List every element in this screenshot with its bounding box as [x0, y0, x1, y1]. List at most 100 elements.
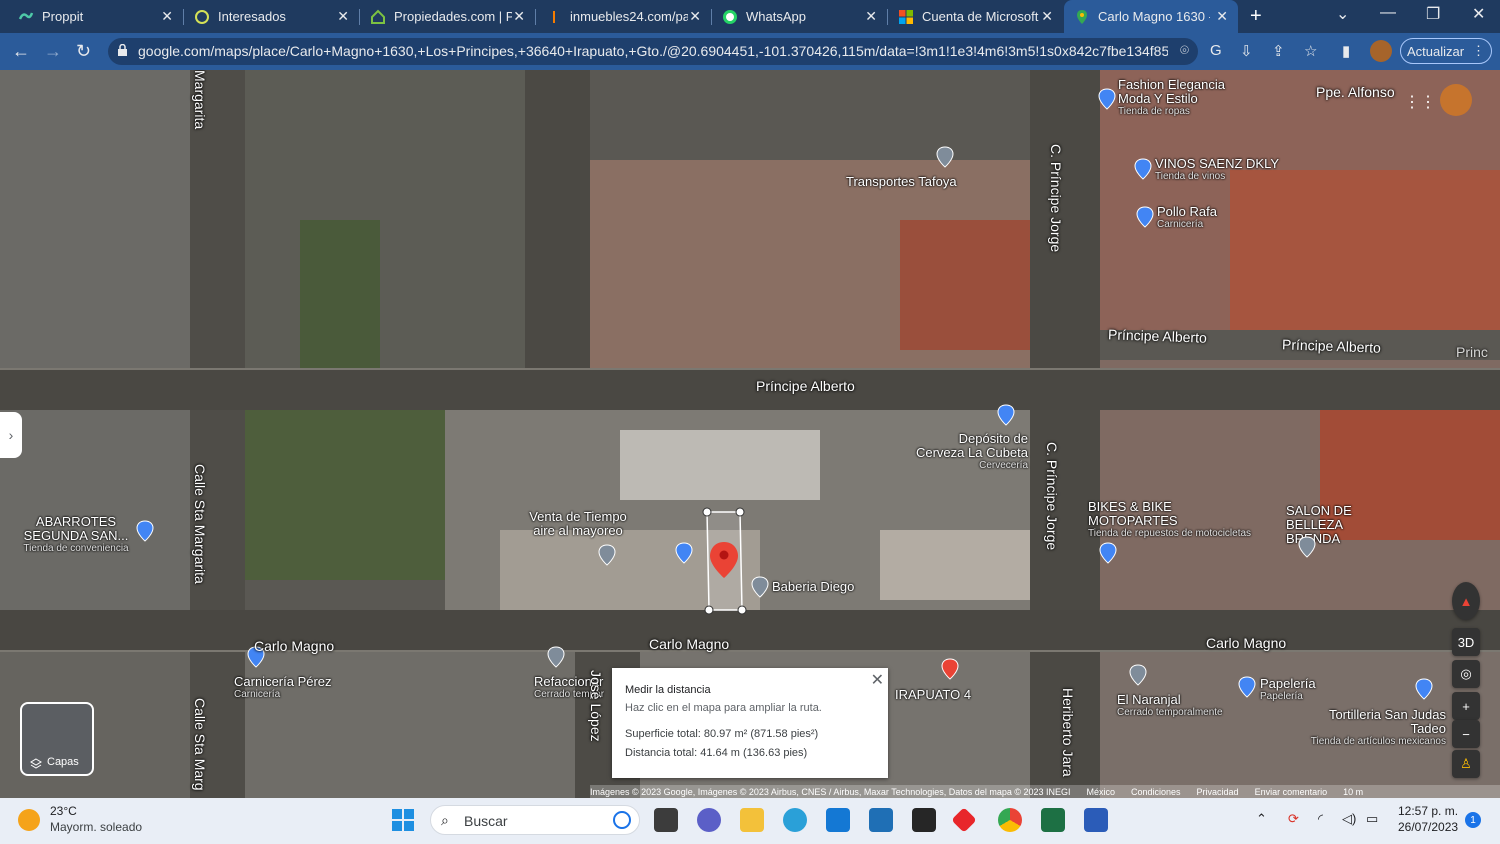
account-avatar[interactable] [1440, 84, 1472, 116]
reload-icon[interactable]: ↻ [76, 41, 91, 62]
poi-pin-icon[interactable] [751, 576, 769, 598]
file-explorer-icon[interactable] [740, 808, 764, 832]
edge-icon[interactable] [783, 808, 807, 832]
layers-button[interactable]: Capas [20, 702, 94, 776]
poi-venta-tiempo-aire[interactable]: Venta de Tiempo aire al mayoreo [522, 510, 634, 538]
new-tab-button[interactable]: + [1250, 5, 1262, 28]
share-icon[interactable]: ⇪ [1272, 42, 1285, 60]
tab-interesados[interactable]: Interesados ✕ [176, 0, 359, 33]
poi-bikes[interactable]: BIKES & BIKE MOTOPARTES Tienda de repuest… [1088, 500, 1251, 540]
poi-irapuato-4[interactable]: IRAPUATO 4 [895, 687, 971, 702]
poi-abarrotes[interactable]: ABARROTES SEGUNDA SAN... Tienda de conven… [16, 515, 136, 555]
side-panel-icon[interactable]: ▮ [1342, 42, 1350, 60]
poi-baberia-diego[interactable]: Baberia Diego [772, 579, 854, 594]
privacy-link[interactable]: Privacidad [1197, 787, 1239, 797]
weather-temperature[interactable]: 23°C [50, 804, 77, 818]
expand-panel-button[interactable]: › [0, 412, 22, 458]
satellite-map[interactable]: Fashion Elegancia Moda Y Estilo Tienda d… [0, 70, 1500, 798]
close-icon[interactable]: ✕ [161, 8, 173, 25]
clock-time[interactable]: 12:57 p. m. [1398, 804, 1458, 818]
close-icon[interactable]: ✕ [337, 8, 349, 25]
poi-pin-icon[interactable] [1238, 676, 1256, 698]
poi-pin-icon[interactable] [136, 520, 154, 542]
url-field[interactable]: google.com/maps/place/Carlo+Magno+1630,+… [108, 38, 1198, 65]
poi-pin-icon[interactable] [997, 404, 1015, 426]
close-icon[interactable]: ✕ [689, 8, 701, 25]
my-location-icon[interactable]: ◎ [1452, 660, 1480, 688]
close-icon[interactable]: ✕ [865, 8, 877, 25]
poi-el-naranjal[interactable]: El Naranjal Cerrado temporalmente [1117, 692, 1223, 718]
sync-icon[interactable]: ⟳ [1288, 811, 1299, 827]
tab-inmuebles24[interactable]: inmuebles24.com/par ✕ [528, 0, 711, 33]
compass-icon[interactable]: ▲ [1452, 582, 1480, 620]
poi-pin-icon[interactable] [1099, 542, 1117, 564]
weather-description[interactable]: Mayorm. soleado [50, 820, 142, 834]
pegman-icon[interactable]: ♙ [1452, 750, 1480, 778]
poi-fashion[interactable]: Fashion Elegancia Moda Y Estilo Tienda d… [1118, 78, 1228, 118]
tilt-3d-button[interactable]: 3D [1452, 628, 1480, 656]
sun-weather-icon[interactable] [18, 809, 40, 831]
clock-date[interactable]: 26/07/2023 [1398, 820, 1458, 834]
close-icon[interactable]: ✕ [871, 670, 884, 690]
teams-chat-icon[interactable] [697, 808, 721, 832]
profile-avatar[interactable] [1370, 40, 1392, 62]
poi-pin-icon[interactable] [1415, 678, 1433, 700]
back-icon[interactable]: ← [12, 41, 30, 62]
volume-icon[interactable]: ◁) [1342, 811, 1356, 827]
tab-search-icon[interactable]: ⌄ [1336, 4, 1349, 24]
close-icon[interactable]: ✕ [1041, 8, 1053, 25]
notification-badge[interactable]: 1 [1465, 812, 1481, 828]
excel-icon[interactable] [1041, 808, 1065, 832]
minimize-icon[interactable]: — [1380, 4, 1396, 22]
scale-label[interactable]: 10 m [1343, 787, 1363, 797]
poi-pin-icon[interactable] [675, 542, 693, 564]
google-lens-icon[interactable]: G [1210, 42, 1222, 59]
poi-pin-icon[interactable] [1134, 158, 1152, 180]
feedback-link[interactable]: Enviar comentario [1255, 787, 1328, 797]
poi-papeleria[interactable]: Papelería Papelería [1260, 676, 1316, 702]
poi-pin-icon[interactable] [1129, 664, 1147, 686]
battery-icon[interactable]: ▭ [1366, 811, 1378, 827]
update-button[interactable]: Actualizar ⋮ [1400, 38, 1492, 64]
location-icon[interactable]: ⌾ [1180, 42, 1189, 59]
poi-pin-icon[interactable] [1098, 88, 1116, 110]
poi-pin-icon[interactable] [547, 646, 565, 668]
windows-start-icon[interactable] [392, 809, 414, 831]
poi-pollo-rafa[interactable]: Pollo Rafa Carnicería [1157, 204, 1217, 230]
terms-link[interactable]: Condiciones [1131, 787, 1181, 797]
region-link[interactable]: México [1087, 787, 1116, 797]
wifi-icon[interactable]: ◜ [1318, 811, 1323, 827]
tab-proppit[interactable]: Proppit ✕ [0, 0, 183, 33]
anydesk-icon[interactable] [951, 807, 977, 833]
zoom-in-icon[interactable]: + [1452, 692, 1480, 720]
snowflake-app-icon[interactable] [912, 808, 936, 832]
zoom-out-icon[interactable]: − [1452, 720, 1480, 748]
poi-deposito-cerveza[interactable]: Depósito de Cerveza La Cubeta Cervecería [910, 432, 1028, 472]
close-icon[interactable]: ✕ [1216, 8, 1228, 25]
mail-icon[interactable] [826, 808, 850, 832]
bookmark-star-icon[interactable]: ☆ [1304, 42, 1317, 60]
forward-icon[interactable]: → [44, 41, 62, 62]
close-icon[interactable]: ✕ [513, 8, 525, 25]
poi-vinos[interactable]: VINOS SAENZ DKLY Tienda de vinos [1155, 156, 1279, 182]
install-icon[interactable]: ⇩ [1240, 42, 1253, 60]
tab-microsoft[interactable]: Cuenta de Microsoft | ✕ [880, 0, 1063, 33]
poi-pin-icon[interactable] [1136, 206, 1154, 228]
taskbar-search-input[interactable]: ⌕ Buscar [430, 805, 640, 835]
task-view-icon[interactable] [654, 808, 678, 832]
restore-icon[interactable]: ❐ [1426, 4, 1440, 24]
word-icon[interactable] [1084, 808, 1108, 832]
chrome-icon[interactable] [998, 808, 1022, 832]
store-app-icon[interactable] [869, 808, 893, 832]
close-window-icon[interactable]: ✕ [1472, 4, 1485, 24]
poi-transportes-tafoya[interactable]: Transportes Tafoya [846, 174, 957, 189]
tab-google-maps[interactable]: Carlo Magno 1630 - C ✕ [1064, 0, 1238, 33]
poi-tortilleria[interactable]: Tortilleria San Judas Tadeo Tienda de art… [1298, 708, 1446, 748]
tab-whatsapp[interactable]: WhatsApp ✕ [704, 0, 887, 33]
poi-pin-icon[interactable] [936, 146, 954, 168]
poi-carniceria-perez[interactable]: Carnicería Pérez Carnicería [234, 674, 332, 700]
poi-pin-icon[interactable] [1298, 536, 1316, 558]
chevron-up-icon[interactable]: ⌃ [1256, 811, 1267, 827]
poi-pin-icon[interactable] [598, 544, 616, 566]
tab-propiedades[interactable]: Propiedades.com | Pr ✕ [352, 0, 535, 33]
